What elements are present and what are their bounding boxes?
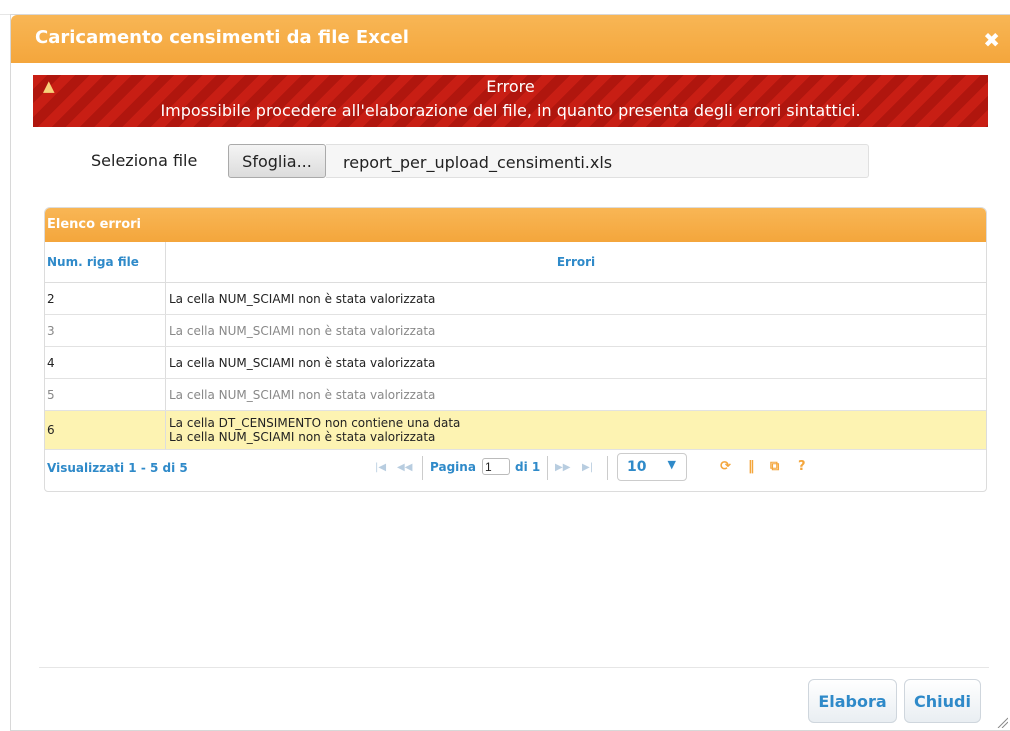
grid-caption: Elenco errori: [45, 208, 986, 242]
error-line: La cella NUM_SCIAMI non è stata valorizz…: [169, 430, 436, 444]
columns-icon[interactable]: ‖: [748, 459, 755, 474]
grid-header: Num. riga file Errori: [45, 242, 986, 283]
table-row-selected[interactable]: 6 La cella DT_CENSIMENTO non contiene un…: [45, 411, 986, 450]
table-row[interactable]: 3 La cella NUM_SCIAMI non è stata valori…: [45, 315, 986, 347]
last-page-icon[interactable]: ▶|: [582, 462, 593, 473]
file-label: Seleziona file: [91, 151, 198, 170]
errors-grid: Elenco errori Num. riga file Errori 2 La…: [44, 207, 987, 492]
footer-divider: [39, 667, 989, 668]
row-number-cell: 5: [45, 379, 166, 410]
pager-separator: [607, 456, 608, 480]
help-icon[interactable]: ?: [798, 459, 806, 474]
export-icon[interactable]: ⧉: [770, 459, 779, 474]
chiudi-button[interactable]: Chiudi: [904, 679, 981, 723]
close-icon[interactable]: ✖: [983, 28, 1000, 52]
row-number-cell: 6: [45, 411, 166, 449]
row-number-cell: 3: [45, 315, 166, 346]
rows-per-page-select[interactable]: 10 ▼: [617, 453, 687, 481]
elabora-button[interactable]: Elabora: [808, 679, 897, 723]
page-top-bar: [0, 0, 1010, 15]
resize-handle-icon[interactable]: [996, 716, 1008, 728]
error-cell: La cella DT_CENSIMENTO non contiene una …: [166, 411, 986, 449]
chevron-down-icon: ▼: [667, 458, 676, 471]
rows-per-page-value: 10: [627, 459, 647, 475]
row-number-cell: 4: [45, 347, 166, 378]
dialog-title: Caricamento censimenti da file Excel: [35, 27, 409, 48]
next-page-icon[interactable]: ▶▶: [555, 462, 570, 473]
file-name-field[interactable]: report_per_upload_censimenti.xls: [326, 144, 869, 178]
page-total: di 1: [515, 460, 541, 474]
row-number-cell: 2: [45, 283, 166, 314]
first-page-icon[interactable]: |◀: [375, 462, 386, 473]
dialog-titlebar[interactable]: Caricamento censimenti da file Excel ✖: [11, 15, 1010, 63]
pager-separator: [422, 456, 423, 480]
pager-separator: [547, 456, 548, 480]
error-cell: La cella NUM_SCIAMI non è stata valorizz…: [169, 323, 436, 338]
records-count: Visualizzati 1 - 5 di 5: [47, 461, 188, 475]
error-message: Impossibile procedere all'elaborazione d…: [160, 101, 861, 120]
error-cell: La cella NUM_SCIAMI non è stata valorizz…: [169, 291, 436, 306]
error-cell: La cella NUM_SCIAMI non è stata valorizz…: [169, 355, 436, 370]
prev-page-icon[interactable]: ◀◀: [397, 462, 412, 473]
error-title: Errore: [486, 77, 535, 96]
browse-button[interactable]: Sfoglia...: [228, 144, 326, 178]
refresh-icon[interactable]: ⟳: [720, 459, 731, 474]
column-header-errors[interactable]: Errori: [166, 242, 986, 282]
error-line: La cella DT_CENSIMENTO non contiene una …: [169, 416, 461, 430]
table-row[interactable]: 5 La cella NUM_SCIAMI non è stata valori…: [45, 379, 986, 411]
page-number-input[interactable]: [482, 458, 510, 475]
grid-pager: Visualizzati 1 - 5 di 5 |◀ ◀◀ Pagina di …: [45, 450, 986, 485]
error-cell: La cella NUM_SCIAMI non è stata valorizz…: [169, 387, 436, 402]
column-header-row-number[interactable]: Num. riga file: [45, 242, 166, 282]
error-banner: ▲ Errore Impossibile procedere all'elabo…: [33, 75, 988, 127]
table-row[interactable]: 2 La cella NUM_SCIAMI non è stata valori…: [45, 283, 986, 315]
upload-dialog: Caricamento censimenti da file Excel ✖ ▲…: [10, 14, 1010, 731]
page-label: Pagina: [430, 460, 476, 474]
table-row[interactable]: 4 La cella NUM_SCIAMI non è stata valori…: [45, 347, 986, 379]
